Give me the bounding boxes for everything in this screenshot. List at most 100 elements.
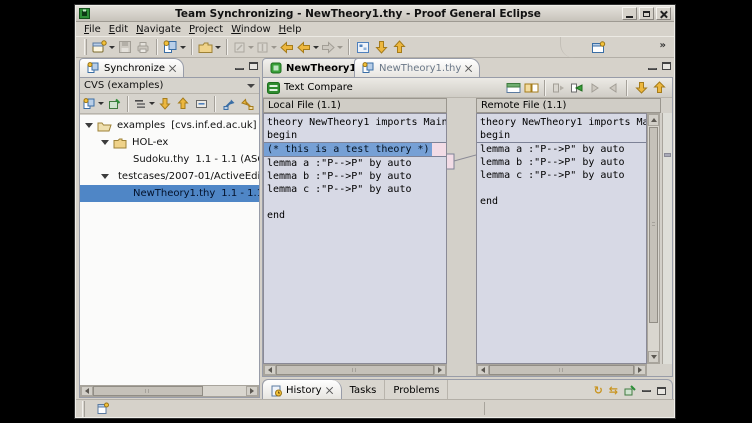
scroll-down-icon[interactable] [648,351,659,363]
back-history-button[interactable] [296,38,320,56]
scrollbar-thumb[interactable] [649,127,658,323]
local-diff-row[interactable]: (* this is a test theory *) [264,142,446,157]
checkout-button[interactable] [197,38,222,56]
working-set-button[interactable] [354,38,372,56]
tab-problems[interactable]: Problems [385,380,448,401]
menu-project[interactable]: Project [189,24,231,35]
tree-row-hol-ex[interactable]: HOL-ex [80,134,259,151]
link-with-editor-icon[interactable]: ⇆ [609,385,618,396]
tree-item-detail: [cvs.inf.ed.ac.uk] [171,120,256,131]
expander-icon[interactable] [85,123,93,128]
close-tab-icon[interactable] [169,65,176,72]
app-icon [79,8,90,19]
menu-window[interactable]: Window [231,24,278,35]
compare-toolbar [504,79,668,97]
copy-current-right-to-left-button[interactable] [568,79,586,97]
dropdown-icon [313,46,319,49]
select-next-change-button[interactable] [586,79,604,97]
minimize-view-icon[interactable] [642,390,651,392]
update-incoming-button[interactable] [220,95,238,113]
new-wizard-button[interactable] [91,38,116,56]
remote-vertical-scrollbar[interactable] [647,113,660,364]
team-synchronizing-perspective-button[interactable] [586,39,610,57]
synchronize-again-button[interactable] [82,95,105,113]
tree-row-newtheory1-selected[interactable]: NewTheory1.thy 1.1 - 1.1 (A [80,185,259,202]
print-button[interactable] [134,38,152,56]
previous-difference-button[interactable] [390,38,408,56]
scrollbar-thumb[interactable] [93,386,203,396]
switch-view-button[interactable] [504,79,522,97]
copy-all-right-to-left-button[interactable] [550,79,568,97]
tab-history[interactable]: History [263,380,342,401]
overview-ruler[interactable] [662,113,672,364]
diff-marker[interactable] [664,153,671,157]
tab-synchronize[interactable]: Synchronize [79,58,184,77]
next-difference-button[interactable] [372,38,390,56]
collapse-all-button[interactable] [192,95,210,113]
scroll-right-icon[interactable] [246,386,258,396]
tab-tasks[interactable]: Tasks [342,380,386,401]
close-tab-icon[interactable] [326,387,333,394]
maximize-button[interactable] [639,7,654,20]
refresh-icon[interactable]: ↻ [594,385,603,396]
toolbar-handle[interactable] [84,39,87,55]
select-previous-change-button[interactable] [604,79,622,97]
tab-label: Problems [393,385,439,396]
forward-history-button[interactable] [320,38,344,56]
minimize-button[interactable] [622,7,637,20]
local-horizontal-scrollbar[interactable] [263,364,447,376]
remote-horizontal-scrollbar[interactable] [476,364,647,376]
toolbar-separator [544,80,546,96]
tree-row-testcases[interactable]: testcases/2007-01/ActiveEditorV [80,168,259,185]
synchronize-button[interactable] [162,38,187,56]
scrollbar-thumb[interactable] [489,365,634,375]
scroll-right-icon[interactable] [634,365,646,375]
scroll-right-icon[interactable] [434,365,446,375]
maximize-view-icon[interactable] [657,387,666,395]
minimize-view-icon[interactable] [648,68,657,70]
merge-button[interactable] [255,38,278,56]
menu-help[interactable]: Help [279,24,310,35]
menu-navigate[interactable]: Navigate [136,24,189,35]
two-way-compare-button[interactable] [522,79,540,97]
close-tab-icon[interactable] [465,65,472,72]
commit-outgoing-button[interactable] [238,95,256,113]
close-button[interactable] [656,7,671,20]
scroll-left-icon[interactable] [81,386,93,396]
menu-edit[interactable]: Edit [109,24,136,35]
remote-code-after: lemma a :"P-->P" by auto lemma b :"P-->P… [480,143,646,208]
next-difference-button[interactable] [632,79,650,97]
remote-file-pane[interactable]: theory NewTheory1 imports Main begin lem… [476,113,647,364]
titlebar[interactable]: Team Synchronizing - NewTheory1.thy - Pr… [76,6,674,22]
chevron-down-icon[interactable] [247,84,255,88]
pin-icon[interactable] [624,385,636,396]
next-change-button[interactable] [156,95,174,113]
eclipse-window: Team Synchronizing - NewTheory1.thy - Pr… [74,4,676,419]
synchronize-scope-bar[interactable]: CVS (examples) [80,78,259,94]
pin-view-button[interactable] [105,95,123,113]
scroll-left-icon[interactable] [264,365,276,375]
maximize-view-icon[interactable] [662,62,671,70]
back-button[interactable] [278,38,296,56]
synchronize-horizontal-scrollbar[interactable] [80,385,259,397]
toolbar-overflow-chevron[interactable]: » [660,40,666,51]
scrollbar-thumb[interactable] [276,365,434,375]
expander-icon[interactable] [101,174,109,179]
tab-newtheory1-compare[interactable]: NewTheory1.thy [354,58,480,77]
tree-row-sudoku[interactable]: Sudoku.thy 1.1 - 1.1 (ASCII - [80,151,259,168]
dropdown-icon [271,46,277,49]
presentation-mode-button[interactable] [133,95,156,113]
save-button[interactable] [116,38,134,56]
scroll-up-icon[interactable] [648,114,659,126]
compare-with-button[interactable] [232,38,255,56]
scroll-left-icon[interactable] [477,365,489,375]
previous-difference-button[interactable] [650,79,668,97]
menu-file[interactable]: File [84,24,109,35]
tree-row-examples[interactable]: examples [cvs.inf.ed.ac.uk] [80,117,259,134]
editor-area-hint-icon[interactable] [97,402,109,415]
maximize-view-icon[interactable] [249,62,258,70]
previous-change-button[interactable] [174,95,192,113]
local-file-pane[interactable]: theory NewTheory1 imports Main begin (* … [263,113,447,364]
minimize-view-icon[interactable] [235,68,244,70]
expander-icon[interactable] [101,140,109,145]
